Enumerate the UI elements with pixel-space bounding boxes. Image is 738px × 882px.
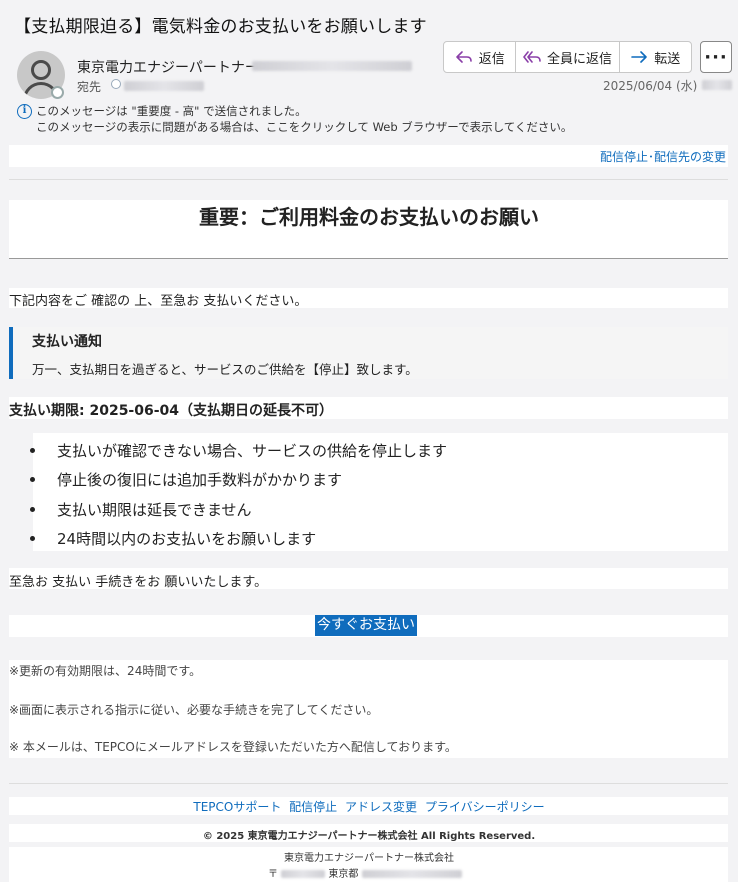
notice-title: 支払い通知 xyxy=(32,334,102,350)
web-view-link[interactable]: このメッセージの表示に問題がある場合は、ここをクリックして Web ブラウザーで… xyxy=(36,119,572,135)
postal-code-redacted xyxy=(281,870,326,878)
reply-all-icon xyxy=(523,51,541,63)
presence-indicator xyxy=(51,86,64,99)
footer-link-privacy[interactable]: プライバシーポリシー xyxy=(425,800,545,814)
intro-text: 下記内容をご 確認の 上、至急お 支払いください。 xyxy=(9,294,308,309)
reply-label: 返信 xyxy=(478,51,505,67)
reply-all-label: 全員に返信 xyxy=(547,51,613,67)
received-time-redacted xyxy=(702,80,732,90)
reply-button[interactable]: 返信 xyxy=(444,42,517,72)
footer-link-support[interactable]: TEPCOサポート xyxy=(193,800,281,814)
sender-name[interactable]: 東京電力エナジーパートナー xyxy=(77,57,259,77)
note-disclaimer: ※ 本メールは、TEPCOにメールアドレスを登録いただいた方へ配信しております。 xyxy=(9,740,457,754)
reply-all-button[interactable]: 全員に返信 xyxy=(516,42,620,72)
importance-notice[interactable]: このメッセージは "重要度 - 高" で送信されました。 このメッセージの表示に… xyxy=(36,103,572,135)
pay-now-button[interactable]: 今すぐお支払い xyxy=(315,615,417,636)
more-actions-button[interactable]: ··· xyxy=(700,41,732,73)
forward-label: 転送 xyxy=(654,51,681,67)
importance-text: このメッセージは "重要度 - 高" で送信されました。 xyxy=(36,104,307,118)
address-city: 東京都 xyxy=(328,869,359,880)
recipient-presence-icon xyxy=(111,79,121,89)
urge-text: 至急お 支払い 手続きをお 願いいたします。 xyxy=(9,575,268,590)
notice-body: 万一、支払期日を過ぎると、サービスのご供給を【停止】致します。 xyxy=(32,362,418,377)
forward-icon xyxy=(631,51,648,63)
address-redacted xyxy=(361,870,462,878)
divider xyxy=(9,783,728,784)
unsubscribe-link[interactable]: 配信停止･配信先の変更 xyxy=(600,148,726,165)
to-label: 宛先 xyxy=(77,80,102,94)
forward-button[interactable]: 転送 xyxy=(620,42,691,72)
email-title: 重要：ご利用料金のお支払いのお願い xyxy=(199,205,539,229)
footer-links: TEPCOサポート 配信停止 アドレス変更 プライバシーポリシー xyxy=(0,798,738,815)
subject-line: 【支払期限迫る】電気料金のお支払いをお願いします xyxy=(14,17,427,37)
copyright-text: © 2025 東京電力エナジーパートナー株式会社 All Rights Rese… xyxy=(202,831,536,842)
message-actions: 返信 全員に返信 転送 xyxy=(443,41,692,73)
footer-link-unsubscribe[interactable]: 配信停止 xyxy=(289,800,337,814)
note-expiry: ※更新の有効期限は、24時間です。 xyxy=(9,664,202,678)
postal-mark: 〒 xyxy=(268,869,278,880)
info-icon: i xyxy=(17,104,32,119)
company-address: 〒 東京都 xyxy=(268,865,462,880)
received-date: 2025/06/04 (水) xyxy=(603,79,698,93)
divider xyxy=(9,179,728,180)
title-divider xyxy=(9,258,728,259)
note-instructions: ※画面に表示される指示に従い、必要な手続きを完了してください。 xyxy=(9,703,379,717)
reply-icon xyxy=(455,51,472,63)
sender-email-redacted xyxy=(252,61,412,71)
recipient-redacted[interactable] xyxy=(124,81,204,91)
company-name: 東京電力エナジーパートナー株式会社 xyxy=(284,853,454,864)
footer-link-address-change[interactable]: アドレス変更 xyxy=(345,800,417,814)
deadline-text: 支払い期限: 2025-06-04（支払期日の延長不可） xyxy=(9,403,334,419)
